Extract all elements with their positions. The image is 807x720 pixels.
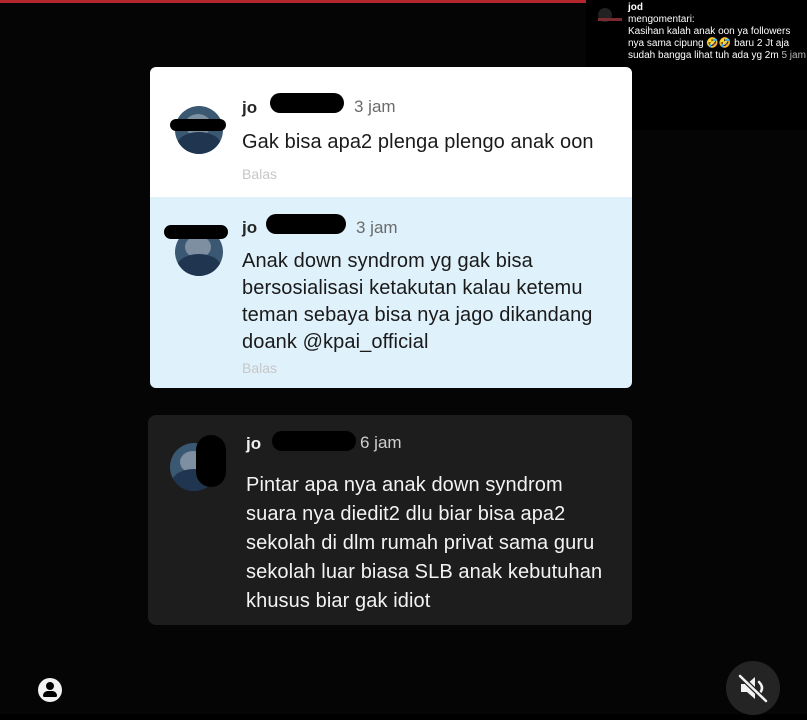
- comment-line: bersosialisasi ketakutan kalau ketemu: [242, 277, 583, 299]
- redaction-mark: [170, 119, 226, 131]
- comment-time: 6 jam: [360, 433, 402, 452]
- comment-card-3: jo 6 jam Pintar apa nya anak down syndro…: [148, 415, 632, 625]
- comment-line: Anak down syndrom yg gak bisa: [242, 250, 533, 272]
- comment-line: Pintar apa nya anak down syndrom: [246, 474, 563, 496]
- comment-card-2: jo 3 jam Anak down syndrom yg gak bisa b…: [150, 197, 632, 388]
- comment-line: sekolah di dlm rumah privat sama guru: [246, 532, 595, 554]
- overlay-time: 5 jam: [781, 50, 806, 61]
- redaction-mark: [164, 225, 228, 239]
- comment-text: Anak down syndrom yg gak bisa bersosiali…: [242, 248, 593, 356]
- comment-username[interactable]: jo: [242, 98, 257, 118]
- comment-username[interactable]: jo: [242, 218, 257, 238]
- username-redaction: [266, 214, 346, 234]
- comment-username[interactable]: jo: [246, 434, 261, 454]
- comment-line: khusus biar gak idiot: [246, 590, 431, 612]
- profile-icon[interactable]: [38, 678, 62, 702]
- comment-line: suara nya diedit2 dlu biar bisa apa2: [246, 503, 566, 525]
- comment-card-1: jo 3 jam Gak bisa apa2 plenga plengo ana…: [150, 67, 632, 197]
- redaction-mark: [598, 18, 622, 21]
- overlay-action: mengomentari:: [628, 14, 695, 25]
- redaction-mark: [196, 435, 226, 487]
- reply-button[interactable]: Balas: [242, 360, 277, 376]
- speaker-muted-icon: [737, 673, 769, 704]
- reply-button[interactable]: Balas: [242, 166, 277, 182]
- overlay-comment: jod mengomentari: Kasihan kalah anak oon…: [628, 2, 806, 62]
- comment-line: sekolah luar biasa SLB anak kebutuhan: [246, 561, 603, 583]
- comment-line: doank @kpai_official: [242, 331, 429, 353]
- comment-time: 3 jam: [354, 97, 396, 116]
- mute-button[interactable]: [726, 661, 780, 715]
- comment-text: Pintar apa nya anak down syndrom suara n…: [246, 471, 602, 616]
- comment-line: teman sebaya bisa nya jago dikandang: [242, 304, 593, 326]
- username-redaction: [272, 431, 356, 451]
- comment-text: Gak bisa apa2 plenga plengo anak oon: [242, 131, 594, 153]
- laughing-emoji-icon: 🤣🤣: [706, 38, 732, 49]
- overlay-username: jod: [628, 2, 643, 13]
- comment-time: 3 jam: [356, 218, 398, 237]
- username-redaction: [270, 93, 344, 113]
